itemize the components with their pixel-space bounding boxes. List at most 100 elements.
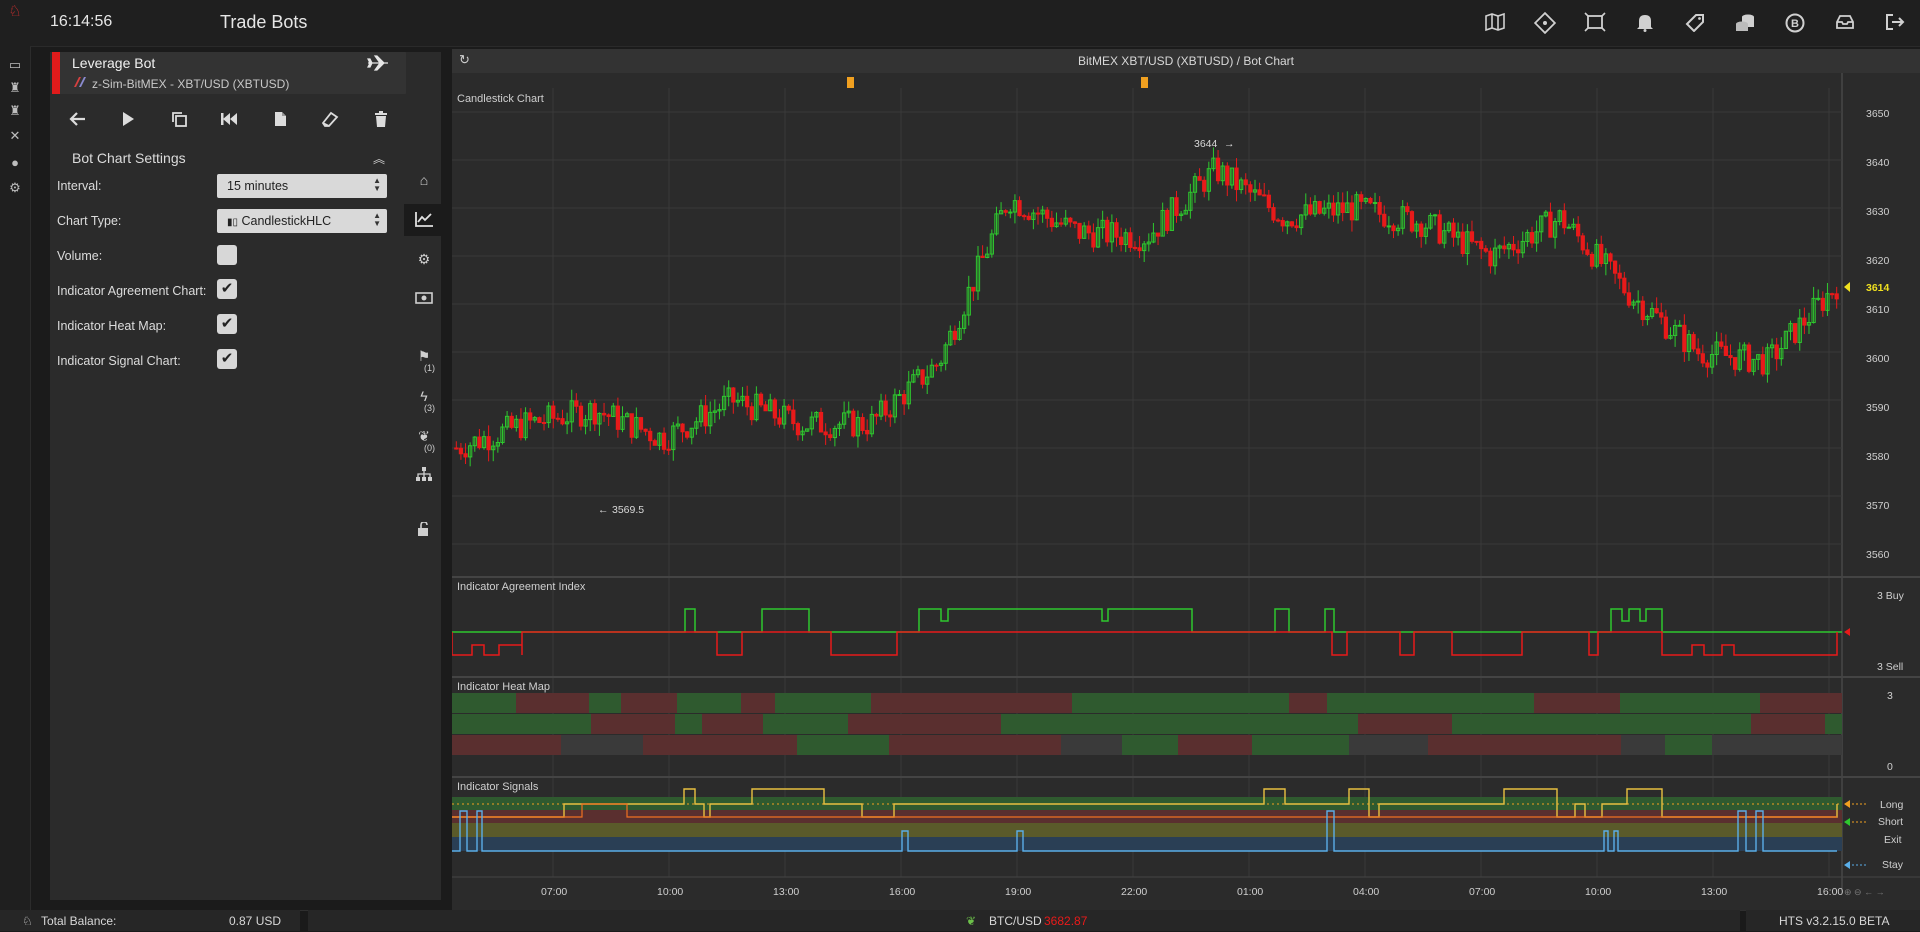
candle-body (920, 369, 925, 385)
sign-out-icon[interactable] (1883, 12, 1907, 34)
heat-cell (1358, 714, 1452, 734)
candle-body (874, 413, 879, 417)
candle-body (1271, 207, 1276, 221)
coins-icon[interactable] (1733, 12, 1757, 34)
line-chart-icon[interactable] (412, 211, 436, 230)
candle-body (652, 440, 657, 446)
user-icon[interactable]: ● (7, 155, 23, 171)
bell-icon[interactable] (1633, 12, 1657, 34)
agreement-chart-label: Indicator Agreement Chart: (57, 284, 207, 298)
heat-tick-top: 3 (1887, 690, 1893, 702)
price-tick: 3630 (1866, 206, 1890, 218)
version-label: HTS v3.2.15.0 BETA (1779, 914, 1890, 928)
time-tick: 22:00 (1121, 886, 1147, 898)
signal-chart-checkbox[interactable]: ✔ (217, 349, 237, 369)
agreement-title: Indicator Agreement Index (457, 581, 586, 593)
refresh-icon[interactable]: ↻ (459, 52, 470, 68)
candle-body (1617, 272, 1622, 279)
interval-label: Interval: (57, 179, 102, 193)
candle-body (454, 447, 459, 450)
candle-body (823, 431, 828, 436)
agreement-chart-checkbox[interactable]: ✔ (217, 279, 237, 299)
map-icon[interactable] (1483, 12, 1507, 34)
candle-body (1502, 245, 1507, 250)
logo-icon[interactable]: ♘ (7, 4, 23, 20)
airplane-icon[interactable] (366, 55, 390, 71)
inbox-icon[interactable] (1833, 12, 1857, 34)
settings-icon[interactable]: ⚙ (7, 180, 23, 196)
candle-body (828, 434, 833, 439)
candle-body (1137, 247, 1142, 252)
tag-icon[interactable] (1683, 12, 1707, 34)
candle-chart-title: Candlestick Chart (457, 93, 544, 105)
bot-icon[interactable]: ♜ (7, 80, 23, 96)
price-tick: 3640 (1866, 157, 1890, 169)
time-tick: 16:00 (1817, 886, 1843, 898)
chart-type-label: Chart Type: (57, 214, 122, 228)
rewind-icon[interactable] (215, 110, 243, 138)
heat-map-checkbox[interactable]: ✔ (217, 314, 237, 334)
copy-icon[interactable] (165, 110, 193, 138)
bot-alt-icon[interactable]: ♜ (7, 103, 23, 119)
play-icon[interactable] (114, 110, 142, 138)
ticket-icon[interactable] (1533, 11, 1557, 35)
flag-count: (1) (424, 363, 435, 373)
money-icon[interactable] (412, 291, 436, 308)
candle-body (1091, 232, 1096, 248)
candlestick-icon: ▮▯ (227, 217, 239, 228)
interval-select[interactable]: 15 minutes ▲ ▼ (217, 174, 387, 198)
candle-body (1077, 222, 1082, 239)
candle-body (1432, 214, 1438, 217)
candle-body (1820, 297, 1825, 311)
candle-body (1234, 167, 1239, 191)
candle-body (1469, 231, 1475, 242)
candle-body (1437, 214, 1442, 244)
heat-cell (932, 714, 1001, 734)
candle-body (509, 415, 514, 428)
candle-body (1723, 345, 1729, 357)
collapse-up-icon[interactable]: ︽ (373, 150, 385, 167)
chart-header: BitMEX XBT/USD (XBTUSD) / Bot Chart (452, 49, 1920, 73)
time-tick: 16:00 (889, 886, 915, 898)
home-icon[interactable]: ⌂ (412, 172, 436, 188)
chart-type-select[interactable]: ▮▯ CandlestickHLC ▲ ▼ (217, 209, 387, 233)
eraser-icon[interactable] (316, 110, 344, 138)
trash-icon[interactable] (367, 110, 395, 138)
heat-cell (741, 693, 775, 713)
monitor-icon[interactable]: ▭ (7, 57, 23, 73)
candle-body (606, 414, 611, 417)
candle-body (1705, 362, 1710, 368)
candle-body (1262, 194, 1267, 197)
lightning-icon[interactable]: ϟ (412, 388, 436, 404)
gears-icon[interactable]: ⚙ (412, 251, 436, 268)
unlock-icon[interactable] (412, 521, 436, 539)
candle-body (1654, 308, 1659, 314)
candle-body (643, 428, 648, 432)
heat-cell (1198, 714, 1293, 734)
candle-body (1659, 312, 1664, 318)
candle-body (1479, 240, 1484, 250)
candle-body (463, 453, 468, 458)
heat-cell (1061, 735, 1122, 755)
price-tick: 3600 (1866, 353, 1890, 365)
candle-body (934, 364, 939, 367)
volume-checkbox[interactable] (217, 245, 237, 265)
bot-chart[interactable]: Candlestick Chart Indicator Agreement In… (452, 73, 1920, 910)
back-arrow-icon[interactable] (64, 110, 92, 138)
candle-body (1451, 222, 1456, 238)
tools-icon[interactable]: ✕ (7, 128, 23, 144)
bitcoin-cycle-icon[interactable]: B (1783, 12, 1807, 34)
candle-body (1409, 211, 1415, 232)
heat-cell (677, 693, 741, 713)
candle-body (897, 394, 902, 397)
document-icon[interactable] (266, 110, 294, 138)
screen-frame-icon[interactable] (1583, 12, 1607, 34)
candle-body (648, 430, 653, 442)
candle-body (1793, 323, 1798, 343)
heat-cell (829, 693, 871, 713)
candle-body (1132, 246, 1138, 249)
hierarchy-icon[interactable] (412, 467, 436, 484)
signals-title: Indicator Signals (457, 781, 539, 793)
heat-cell (1526, 735, 1589, 755)
candle-body (1377, 202, 1382, 215)
